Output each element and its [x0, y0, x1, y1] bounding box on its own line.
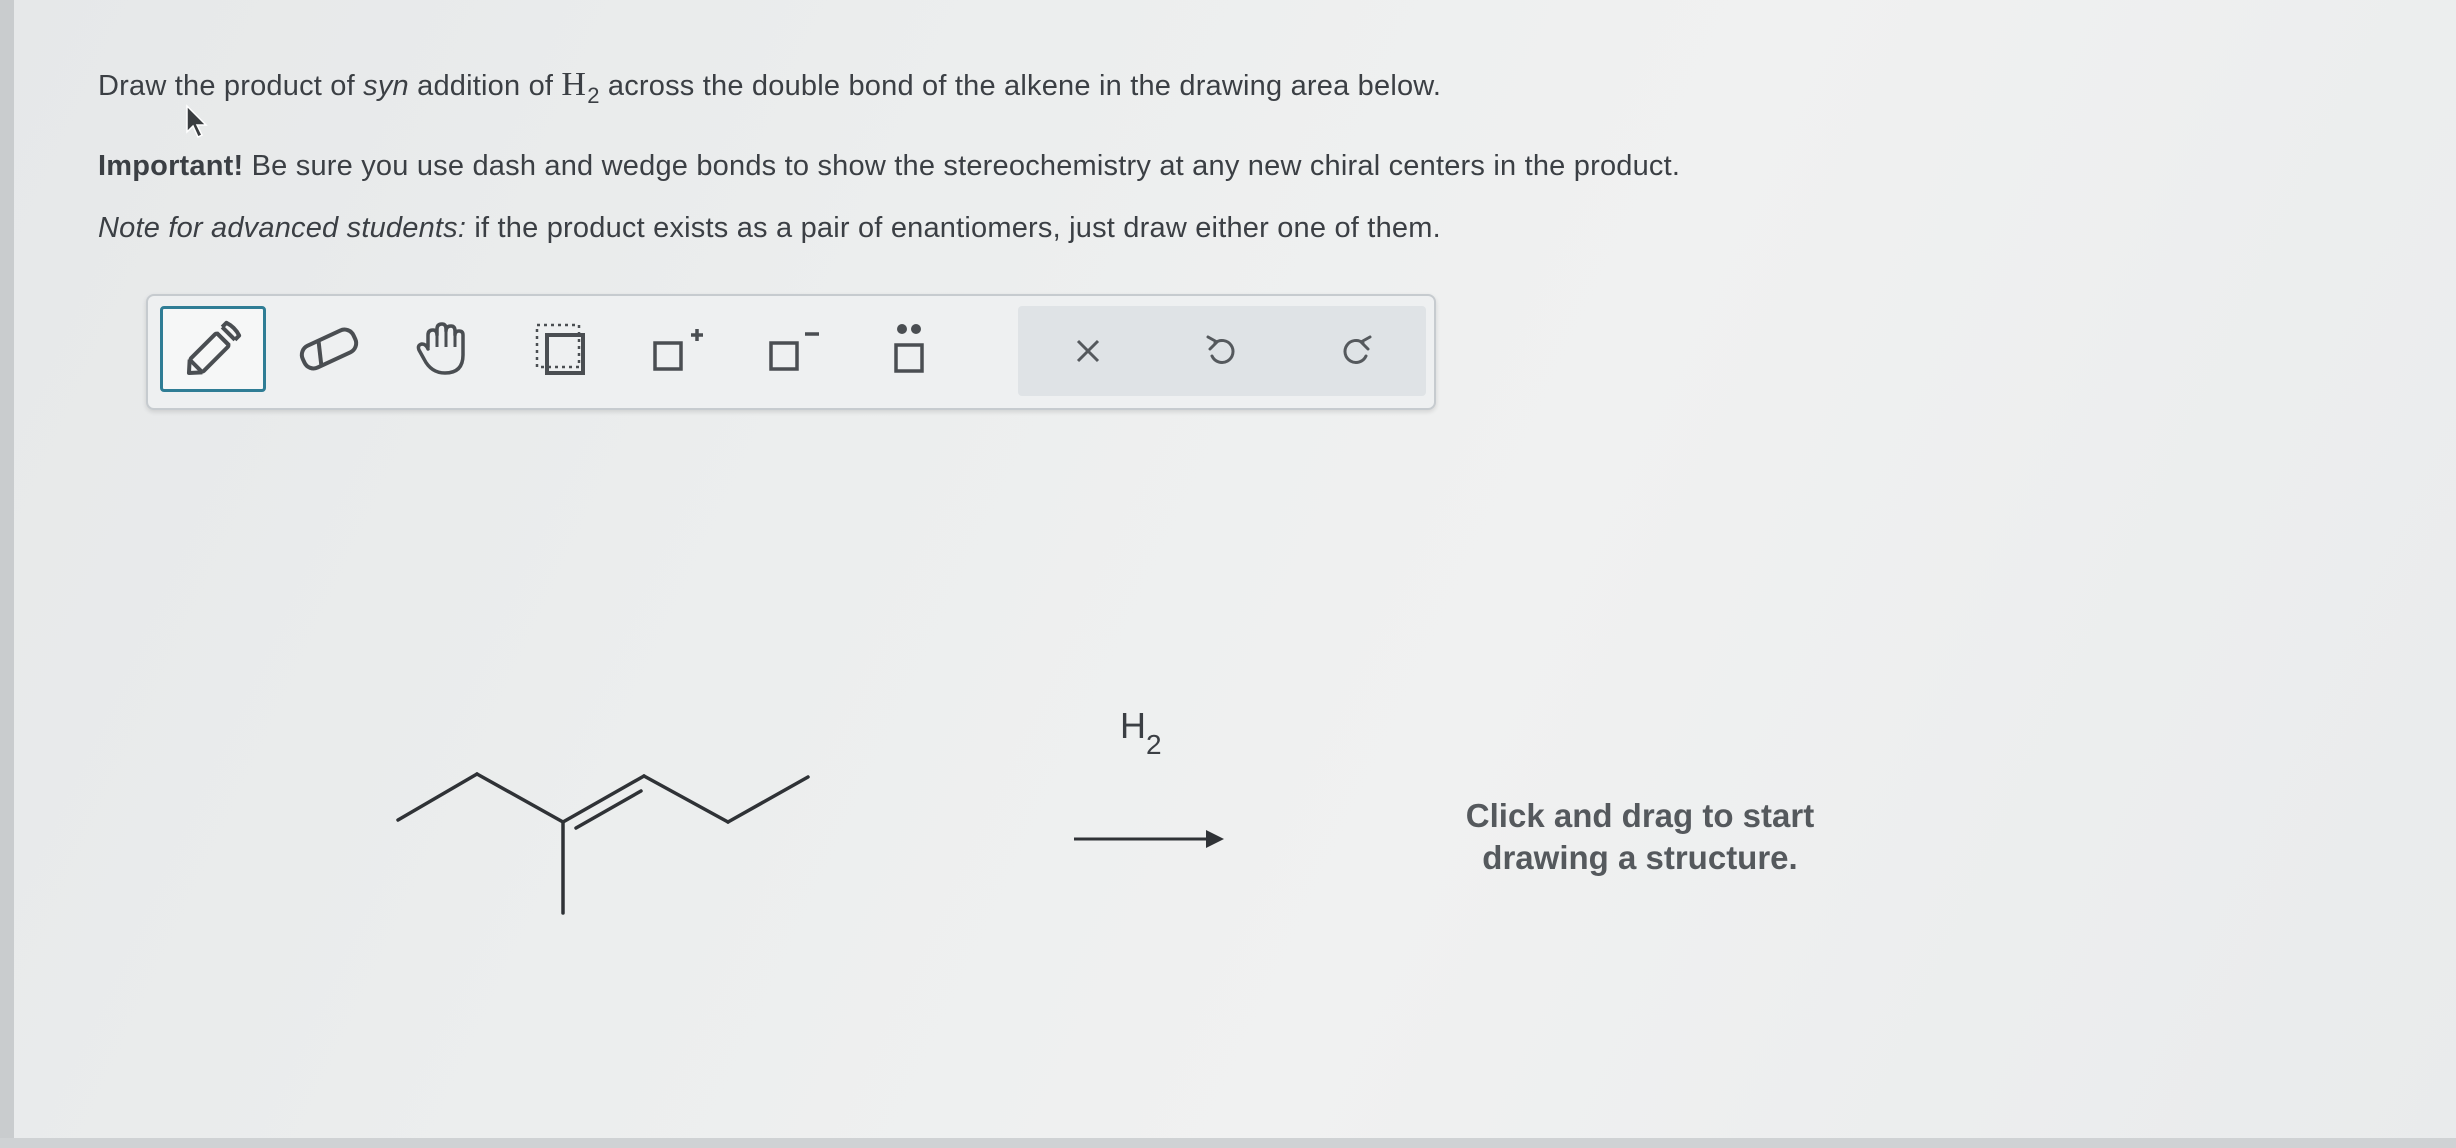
instruction-line-3: Note for advanced students: if the produ… [98, 212, 1441, 244]
eraser-icon [299, 327, 359, 371]
alkene-structure [396, 772, 810, 915]
pencil-icon [186, 320, 242, 376]
drawing-toolbar [146, 294, 1436, 410]
important-label: Important! [98, 150, 244, 182]
action-button-group [1018, 306, 1426, 396]
eraser-tool-button[interactable] [276, 306, 382, 392]
mouse-pointer-icon [186, 104, 208, 139]
window-edge-bottom [0, 1138, 2456, 1148]
reaction-arrow-icon [1074, 830, 1224, 848]
positive-charge-button[interactable] [624, 306, 730, 392]
drawing-area-prompt: Click and drag to start drawing a struct… [1465, 797, 1815, 876]
select-tool-button[interactable] [508, 306, 614, 392]
h2-formula: H [561, 66, 587, 103]
redo-icon [1343, 335, 1372, 364]
hand-icon [416, 322, 465, 375]
undo-button[interactable] [1162, 306, 1282, 396]
instruction-line-2: Important! Be sure you use dash and wedg… [98, 150, 1681, 182]
clear-button[interactable] [1028, 306, 1148, 396]
negative-charge-icon [769, 332, 819, 371]
close-icon [1076, 339, 1100, 363]
instruction-line-1: Draw the product of syn addition of H2 a… [98, 66, 1442, 108]
lone-pair-icon [894, 324, 924, 373]
undo-icon [1206, 335, 1235, 364]
note-label: Note for advanced students: [98, 212, 467, 244]
positive-charge-icon [653, 329, 703, 371]
window-edge [0, 0, 14, 1148]
lone-pair-button[interactable] [856, 306, 962, 392]
redo-button[interactable] [1296, 306, 1416, 396]
select-icon [535, 323, 585, 375]
negative-charge-button[interactable] [740, 306, 846, 392]
reaction-reagent: H2 [1120, 705, 1162, 760]
hand-tool-button[interactable] [392, 306, 498, 392]
pencil-tool-button[interactable] [160, 306, 266, 392]
